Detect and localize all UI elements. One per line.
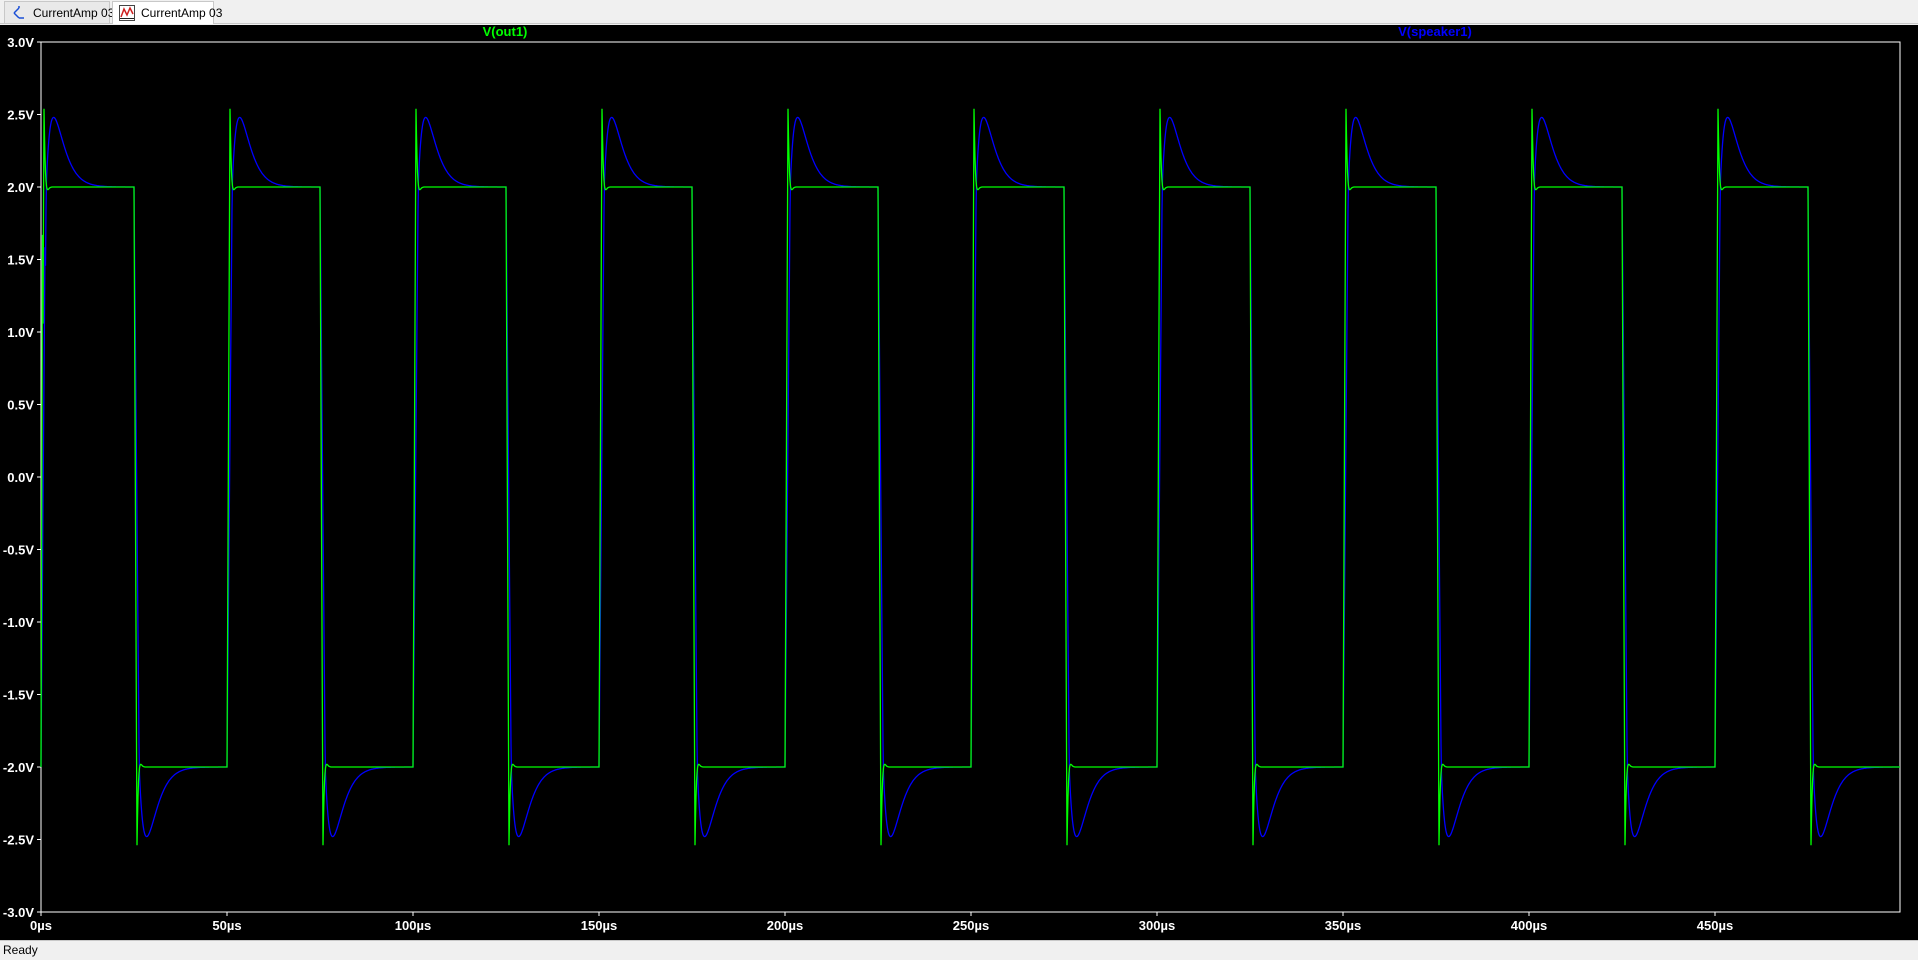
x-tick-label: 250µs — [953, 918, 989, 933]
y-tick-label: 1.0V — [7, 325, 34, 340]
x-tick-label: 50µs — [212, 918, 241, 933]
x-tick-label: 300µs — [1139, 918, 1175, 933]
tab-schematic[interactable]: CurrentAmp 03 — [4, 1, 114, 23]
x-tick-label: 200µs — [767, 918, 803, 933]
y-axis: 3.0V 2.5V 2.0V 1.5V 1.0V 0.5V 0.0V -0.5V -1.0V -1… — [3, 35, 41, 920]
waveform-icon — [119, 5, 135, 21]
tab-waveform-label: CurrentAmp 03 — [141, 6, 223, 20]
legend-v-out1[interactable]: V(out1) — [483, 25, 528, 39]
x-axis: 0µs 50µs 100µs 150µs 200µs 250µs 300µs 350µs 400… — [30, 912, 1733, 933]
x-tick-label: 450µs — [1697, 918, 1733, 933]
y-tick-label: 1.5V — [7, 253, 34, 268]
status-bar: Ready — [0, 940, 1918, 960]
x-tick-label: 350µs — [1325, 918, 1361, 933]
y-tick-label: 2.0V — [7, 180, 34, 195]
y-tick-label: 2.5V — [7, 108, 34, 123]
x-tick-label: 150µs — [581, 918, 617, 933]
y-tick-label: -2.5V — [3, 833, 34, 848]
schematic-icon — [13, 6, 24, 19]
traces — [40, 108, 1900, 846]
y-tick-label: 3.0V — [7, 35, 34, 50]
document-tab-bar: CurrentAmp 03 CurrentAmp 03 — [0, 0, 1918, 24]
tab-waveform[interactable]: CurrentAmp 03 — [112, 1, 222, 24]
x-tick-label: 0µs — [30, 918, 52, 933]
y-tick-label: -1.0V — [3, 615, 34, 630]
plot-frame — [40, 41, 1901, 913]
y-tick-label: -0.5V — [3, 543, 34, 558]
legend-v-speaker1[interactable]: V(speaker1) — [1398, 25, 1472, 39]
x-tick-label: 100µs — [395, 918, 431, 933]
y-tick-label: -1.5V — [3, 688, 34, 703]
waveform-chart[interactable]: 3.0V 2.5V 2.0V 1.5V 1.0V 0.5V 0.0V -0.5V -1.0V -1… — [0, 25, 1918, 940]
status-text: Ready — [3, 943, 38, 957]
y-tick-label: -2.0V — [3, 760, 34, 775]
waveform-plot-pane[interactable]: 3.0V 2.5V 2.0V 1.5V 1.0V 0.5V 0.0V -0.5V -1.0V -1… — [0, 25, 1918, 940]
x-tick-label: 400µs — [1511, 918, 1547, 933]
y-tick-label: 0.5V — [7, 398, 34, 413]
y-tick-label: 0.0V — [7, 470, 34, 485]
trace-v-out1 — [40, 108, 1900, 846]
tab-schematic-label: CurrentAmp 03 — [33, 6, 115, 20]
